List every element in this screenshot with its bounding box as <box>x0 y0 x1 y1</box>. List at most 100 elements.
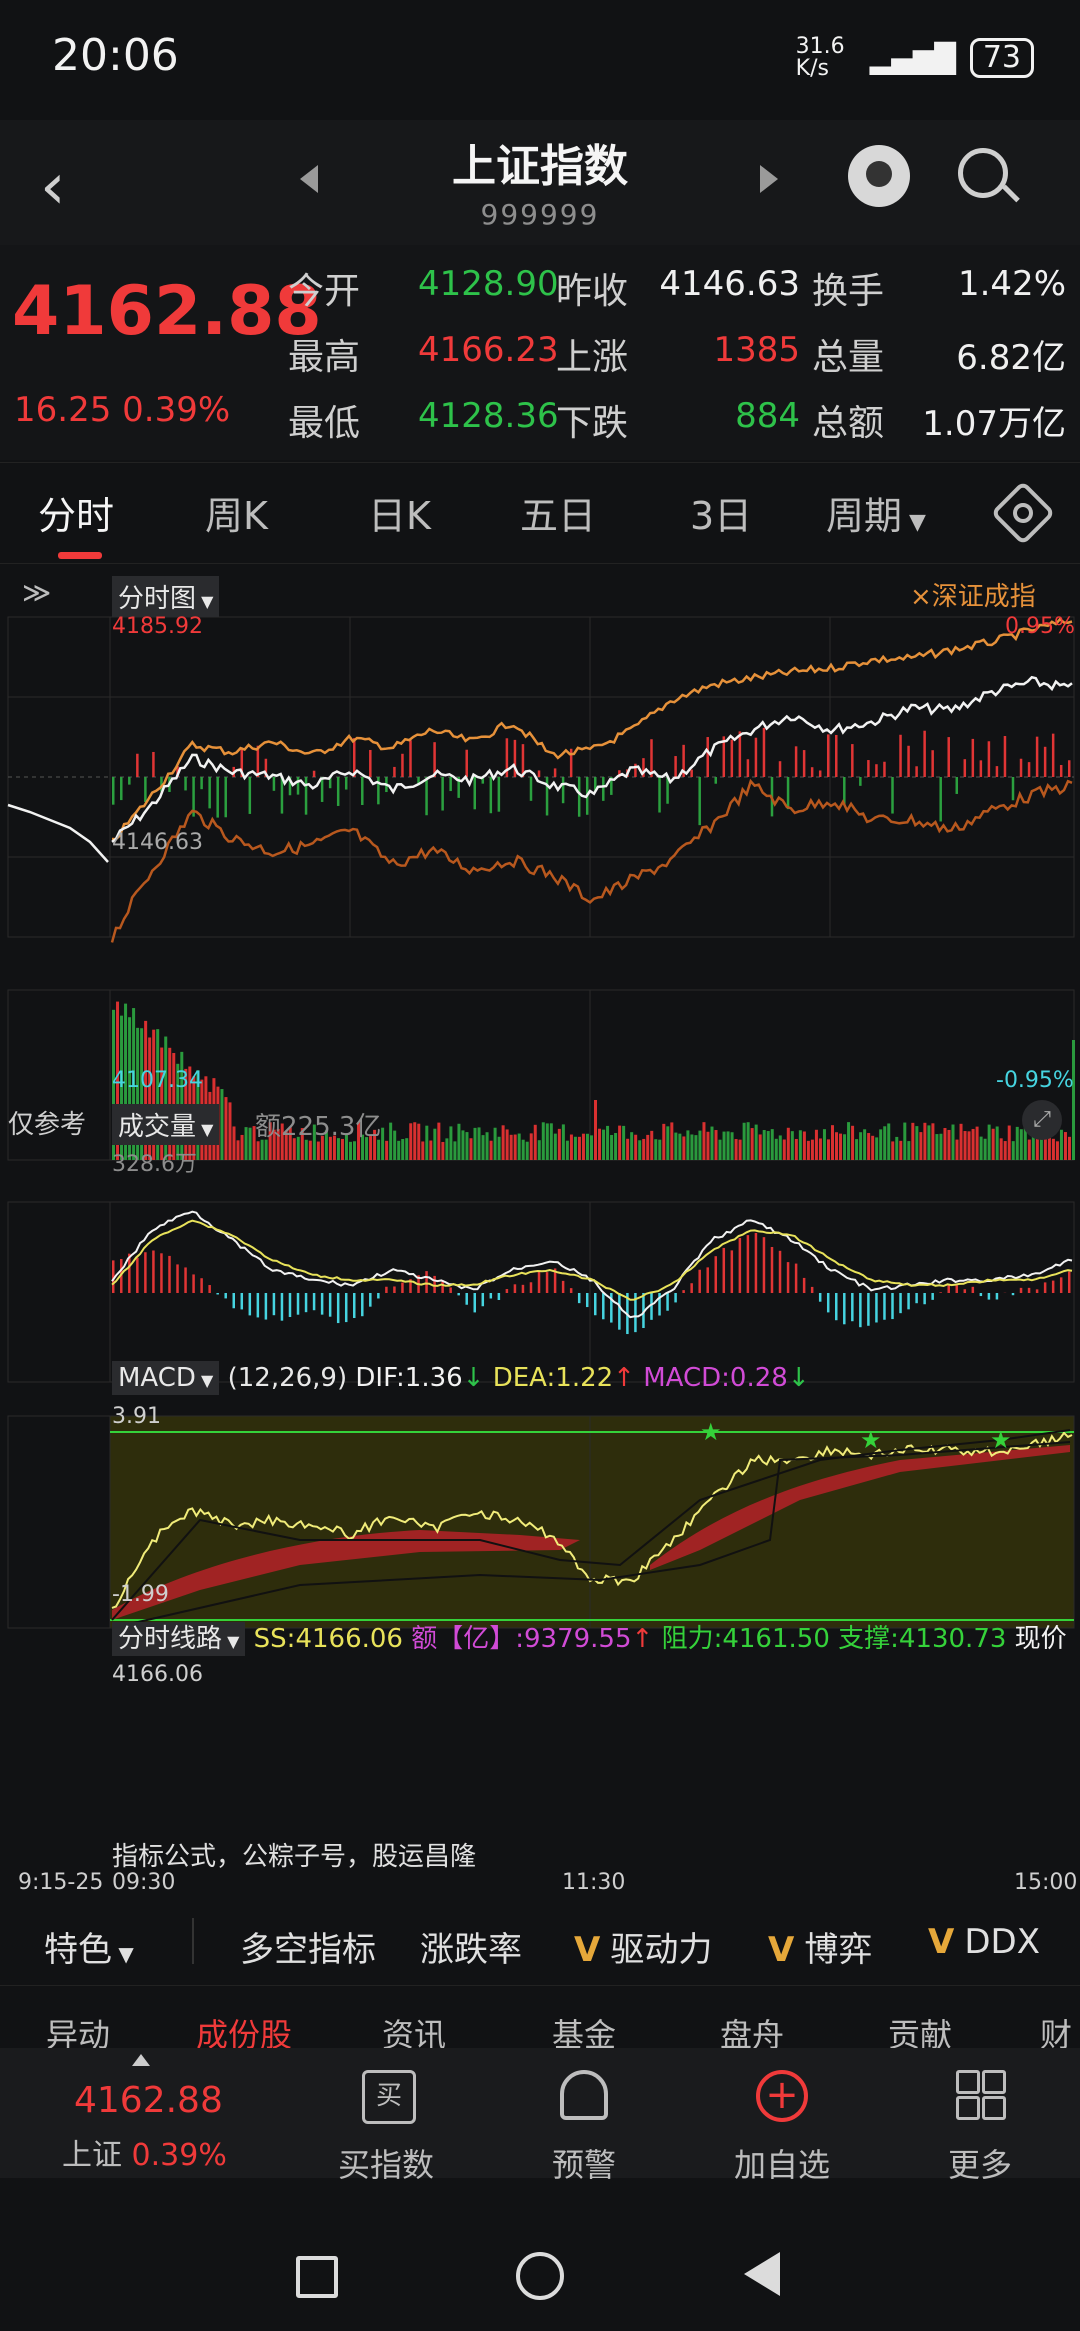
volume-bar <box>642 1138 646 1160</box>
tab-three-day[interactable]: 3日 <box>690 485 752 540</box>
stock-code: 999999 <box>480 198 600 231</box>
volume-bar <box>248 1127 252 1160</box>
indicator-bar <box>0 1905 1080 1986</box>
up-arrow-icon: ↑ <box>613 1363 635 1393</box>
buy-index-icon[interactable]: 买 <box>362 2070 416 2124</box>
down-bar <box>602 777 605 801</box>
up-bar <box>963 759 967 777</box>
volume-bar <box>489 1140 493 1160</box>
recent-apps-icon[interactable] <box>296 2256 338 2298</box>
down-bar <box>449 777 452 792</box>
volume-selector[interactable]: 成交量 ▼ <box>112 1104 220 1145</box>
down-bar <box>658 777 661 813</box>
macd-bar <box>594 1293 597 1316</box>
tab-intraday[interactable]: 分时 <box>38 485 114 540</box>
macd-bar <box>369 1293 372 1307</box>
indicator-ddx[interactable]: V DDX <box>928 1922 1040 1962</box>
reference-note: 仅参考 <box>8 1110 87 1140</box>
volume-bar <box>585 1133 589 1160</box>
special-dropdown[interactable]: 特色 ▼ <box>44 1922 134 1971</box>
volume-bar <box>835 1132 839 1160</box>
bell-icon[interactable] <box>560 2070 608 2120</box>
volume-bar <box>630 1132 634 1160</box>
volume-bar <box>513 1134 517 1160</box>
macd-bar <box>770 1246 774 1293</box>
mini-quote[interactable]: 上证 0.39% <box>62 2130 227 2174</box>
search-icon[interactable] <box>958 148 1008 198</box>
indicator-long-short[interactable]: 多空指标 <box>240 1922 376 1971</box>
volume-bar <box>421 1141 425 1160</box>
status-bar: 20:06 31.6 K/s ▂▄▆█ 73 <box>0 0 1080 120</box>
macd-params: (12,26,9) <box>227 1363 348 1393</box>
volume-bar <box>939 1133 943 1160</box>
macd-selector-label: MACD <box>118 1363 196 1393</box>
volume-bar <box>465 1132 469 1160</box>
up-bar <box>931 750 934 777</box>
down-bar <box>320 777 324 802</box>
volume-bar <box>393 1130 397 1160</box>
volume-bar <box>433 1128 437 1160</box>
macd-bar <box>794 1263 798 1293</box>
volume-bar <box>573 1136 577 1160</box>
volume-bar <box>610 1134 614 1160</box>
tab-daily-k[interactable]: 日K <box>368 485 431 540</box>
grid-icon[interactable] <box>956 2070 1006 2120</box>
back-nav-icon[interactable] <box>744 2252 780 2296</box>
macd-bar <box>786 1262 790 1293</box>
up-bar <box>136 753 139 777</box>
up-bar <box>409 740 412 777</box>
volume-bar <box>830 1125 834 1160</box>
macd-bar <box>264 1293 268 1320</box>
volume-bar <box>429 1140 433 1160</box>
quote-label: 总量 <box>812 337 885 378</box>
volume-bar <box>790 1131 794 1160</box>
down-bar <box>200 777 203 790</box>
quote-value: 1.07万亿 <box>922 404 1066 444</box>
macd-bar <box>1019 1287 1023 1293</box>
volume-bar <box>481 1135 485 1160</box>
macd-dea-line <box>111 1219 1073 1301</box>
tab-weekly-k[interactable]: 周K <box>205 485 268 540</box>
volume-bar <box>887 1123 891 1160</box>
compare-index-toggle[interactable]: ×深证成指 <box>910 576 1036 613</box>
tab-five-day[interactable]: 五日 <box>520 485 596 540</box>
volume-bar <box>927 1125 931 1160</box>
indicator-drive[interactable]: V 驱动力 <box>574 1922 712 1971</box>
volume-bar <box>903 1122 907 1160</box>
expand-up-icon[interactable] <box>132 2054 150 2066</box>
up-bar <box>537 770 541 777</box>
intraday-chart-selector[interactable]: 分时图 ▼ <box>112 576 220 617</box>
volume-bar <box>947 1129 951 1160</box>
home-icon[interactable] <box>516 2252 564 2300</box>
down-bar <box>497 777 501 812</box>
volume-bar <box>417 1123 421 1160</box>
indicator-game[interactable]: V 博弈 <box>768 1922 872 1971</box>
next-stock-icon[interactable] <box>760 165 778 193</box>
down-bar <box>714 777 718 784</box>
volume-bar <box>441 1141 445 1160</box>
v-badge-icon: V <box>928 1922 955 1962</box>
macd-bar <box>344 1293 348 1323</box>
time-pre-label: 9:15-25 <box>18 1870 104 1895</box>
line-route-selector[interactable]: 分时线路 ▼ <box>112 1622 246 1656</box>
macd-bar <box>577 1293 581 1304</box>
fullscreen-icon[interactable]: ⤢ <box>1022 1100 1062 1140</box>
volume-bar <box>943 1128 947 1160</box>
down-bar <box>280 777 284 814</box>
volume-bar <box>782 1139 786 1160</box>
volume-bar <box>814 1129 818 1160</box>
volume-bar <box>525 1141 529 1160</box>
expand-icon[interactable]: ≫ <box>22 576 51 609</box>
main-volume-bars <box>112 727 1071 826</box>
mascot-icon[interactable] <box>848 145 910 207</box>
add-circle-icon[interactable]: + <box>756 2070 808 2122</box>
macd-selector[interactable]: MACD ▼ <box>112 1361 220 1395</box>
volume-bar <box>794 1138 798 1160</box>
avg-price-line <box>110 778 1073 943</box>
tab-period[interactable]: 周期 ▼ <box>826 485 926 540</box>
volume-max-label: 328.6万 <box>112 1152 197 1177</box>
volume-bar <box>256 1141 260 1160</box>
divider <box>192 1918 194 1964</box>
indicator-rise-fall[interactable]: 涨跌率 <box>420 1922 522 1971</box>
quote-value: 4128.90 <box>418 264 559 304</box>
